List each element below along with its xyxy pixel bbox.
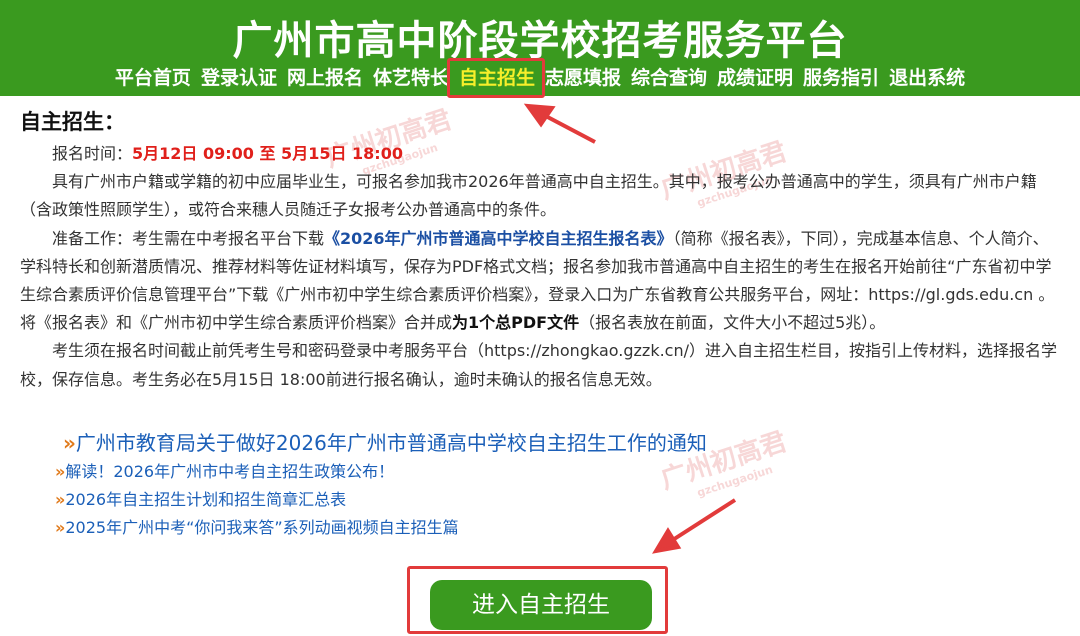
arrow-to-button (652, 498, 737, 554)
annotation-arrows (523, 103, 737, 554)
arrow-to-nav (523, 103, 596, 144)
